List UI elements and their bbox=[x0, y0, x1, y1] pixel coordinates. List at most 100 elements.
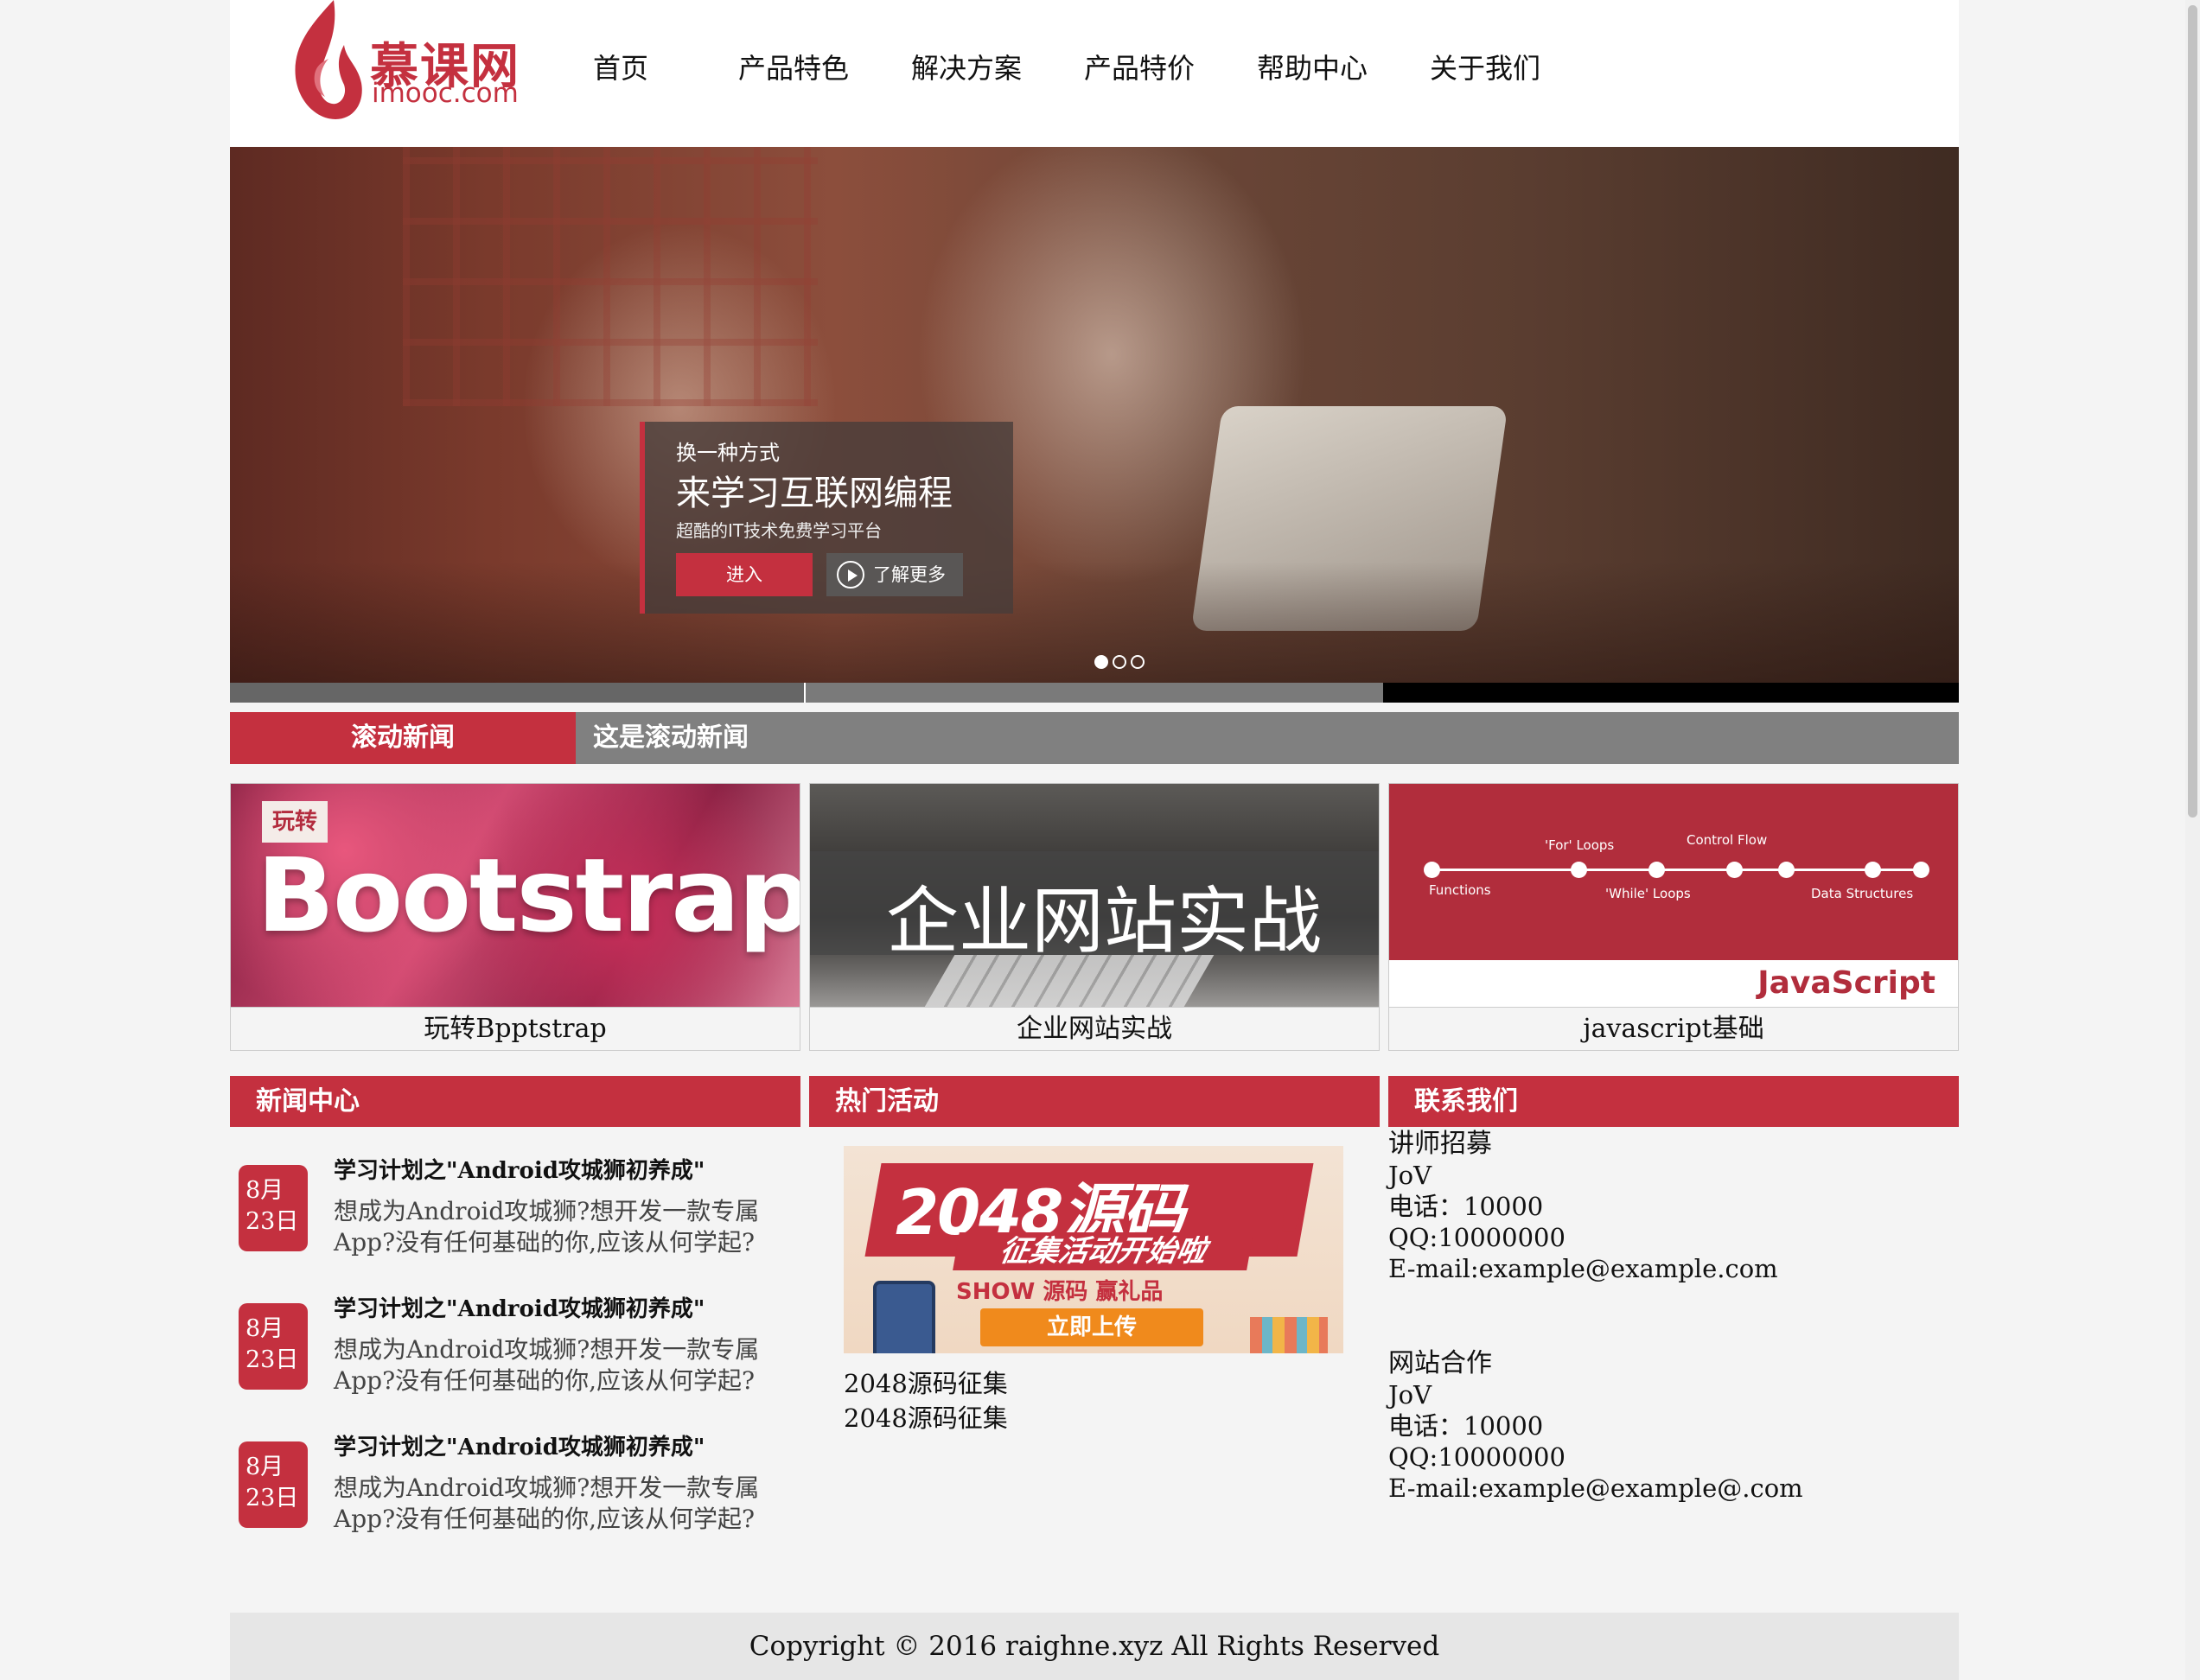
promo-line-1: 换一种方式 bbox=[676, 441, 780, 465]
news-ticker: 滚动新闻 这是滚动新闻 bbox=[230, 712, 1959, 764]
site-footer: Copyright © 2016 raighne.xyz All Rights … bbox=[230, 1613, 1959, 1680]
progress-segment-1 bbox=[230, 683, 806, 703]
promo-subtitle: 超酷的IT技术免费学习平台 bbox=[676, 520, 883, 541]
progress-segment-3 bbox=[1383, 683, 1959, 703]
ticker-text[interactable]: 这是滚动新闻 bbox=[593, 712, 749, 764]
news-item[interactable]: 8月 23日 学习计划之"Android攻城狮初养成" 想成为Android攻城… bbox=[239, 1429, 792, 1550]
news-item[interactable]: 8月 23日 学习计划之"Android攻城狮初养成" 想成为Android攻城… bbox=[239, 1153, 792, 1274]
course-image-javascript: 'For' Loops Control Flow Functions 'Whil… bbox=[1389, 784, 1958, 1007]
date-day: 23日 bbox=[246, 1208, 299, 1235]
course-image-enterprise: 企业网站实战 bbox=[810, 784, 1379, 1007]
contact-title: 网站合作 bbox=[1388, 1348, 1492, 1378]
image-title: JavaScript bbox=[1757, 965, 1935, 1001]
nav-home[interactable]: 首页 bbox=[593, 47, 738, 86]
news-center-heading: 新闻中心 bbox=[230, 1076, 800, 1127]
date-month: 8月 bbox=[246, 1315, 284, 1342]
nav-solutions[interactable]: 解决方案 bbox=[911, 47, 1084, 86]
copyright-text: Copyright © 2016 raighne.xyz All Rights … bbox=[749, 1631, 1440, 1662]
play-icon bbox=[837, 561, 864, 589]
timeline-node bbox=[1865, 862, 1881, 878]
contact-qq: QQ:10000000 bbox=[1388, 1223, 1566, 1252]
timeline-label: Functions bbox=[1429, 882, 1491, 898]
date-badge: 8月 23日 bbox=[239, 1165, 308, 1251]
date-month: 8月 bbox=[246, 1454, 284, 1480]
contact-email[interactable]: E-mail:example@example.com bbox=[1388, 1253, 1778, 1284]
nav-features[interactable]: 产品特色 bbox=[738, 47, 911, 86]
nav-about[interactable]: 关于我们 bbox=[1430, 47, 1603, 86]
news-item[interactable]: 8月 23日 学习计划之"Android攻城狮初养成" 想成为Android攻城… bbox=[239, 1291, 792, 1412]
learn-more-label: 了解更多 bbox=[873, 564, 946, 585]
course-caption[interactable]: javascript基础 bbox=[1389, 1007, 1958, 1050]
logo-domain-text: imooc.com bbox=[372, 78, 519, 109]
flame-logo-icon bbox=[295, 0, 362, 119]
course-image-bootstrap: 玩转 Bootstrap bbox=[231, 784, 800, 1007]
news-title[interactable]: 学习计划之"Android攻城狮初养成" bbox=[334, 1429, 705, 1461]
news-description: 想成为Android攻城狮?想开发一款专属App?没有任何基础的你,应该从何学起… bbox=[334, 1197, 760, 1257]
timeline-label: 'For' Loops bbox=[1545, 837, 1615, 853]
date-badge: 8月 23日 bbox=[239, 1441, 308, 1528]
course-caption[interactable]: 玩转Bpptstrap bbox=[231, 1007, 800, 1050]
site-header: 慕课网 imooc.com 首页 产品特色 解决方案 产品特价 帮助中心 关于我… bbox=[230, 0, 1959, 147]
contact-us-heading: 联系我们 bbox=[1388, 1076, 1959, 1127]
activity-image-show: SHOW 源码 赢礼品 bbox=[956, 1279, 1164, 1305]
timeline-line bbox=[1427, 869, 1916, 871]
carousel-dot-1[interactable] bbox=[1094, 655, 1108, 669]
carousel-indicators bbox=[1094, 655, 1145, 669]
image-title: Bootstrap bbox=[257, 836, 800, 955]
date-month: 8月 bbox=[246, 1177, 284, 1204]
progress-segment-2 bbox=[806, 683, 1383, 703]
hot-activities-heading: 热门活动 bbox=[809, 1076, 1380, 1127]
contact-name: JoV bbox=[1388, 1380, 1432, 1410]
contact-email[interactable]: E-mail:example@example@.com bbox=[1388, 1473, 1803, 1504]
nav-specials[interactable]: 产品特价 bbox=[1084, 47, 1257, 86]
news-title[interactable]: 学习计划之"Android攻城狮初养成" bbox=[334, 1153, 705, 1185]
contact-phone: 电话：10000 bbox=[1388, 1411, 1544, 1441]
contact-qq: QQ:10000000 bbox=[1388, 1442, 1566, 1472]
exclamation-icon: ! bbox=[1269, 1167, 1313, 1277]
news-title[interactable]: 学习计划之"Android攻城狮初养成" bbox=[334, 1291, 705, 1323]
promo-headline: 来学习互联网编程 bbox=[676, 474, 953, 513]
image-title: 企业网站实战 bbox=[886, 879, 1323, 964]
scrollbar-thumb[interactable] bbox=[2188, 5, 2197, 818]
books-icon bbox=[1250, 1317, 1328, 1353]
banner-bookshelf-bg bbox=[403, 147, 818, 406]
course-caption[interactable]: 企业网站实战 bbox=[810, 1007, 1379, 1050]
timeline-label: Data Structures bbox=[1811, 886, 1914, 901]
timeline-node bbox=[1726, 862, 1743, 878]
timeline-label: 'While' Loops bbox=[1605, 886, 1691, 901]
page-scrollbar[interactable] bbox=[2185, 0, 2200, 1680]
news-description: 想成为Android攻城狮?想开发一款专属App?没有任何基础的你,应该从何学起… bbox=[334, 1473, 760, 1533]
activity-image-subtitle: 征集活动开始啦 bbox=[953, 1232, 1253, 1270]
keyboard-image bbox=[924, 955, 1215, 1007]
course-card-bootstrap[interactable]: 玩转 Bootstrap 玩转Bpptstrap bbox=[230, 783, 800, 1051]
date-badge: 8月 23日 bbox=[239, 1303, 308, 1390]
contact-block-partnership: 网站合作 JoV 电话：10000 QQ:10000000 E-mail:exa… bbox=[1388, 1348, 1803, 1504]
timeline-node bbox=[1913, 862, 1929, 878]
news-description: 想成为Android攻城狮?想开发一款专属App?没有任何基础的你,应该从何学起… bbox=[334, 1335, 760, 1395]
contact-title: 讲师招募 bbox=[1388, 1129, 1492, 1159]
activity-banner-image[interactable]: 2048源码 ! 征集活动开始啦 SHOW 源码 赢礼品 立即上传 bbox=[844, 1146, 1343, 1353]
timeline-node bbox=[1424, 862, 1440, 878]
timeline-node bbox=[1648, 862, 1665, 878]
contact-name: JoV bbox=[1388, 1161, 1432, 1190]
activity-link[interactable]: 2048源码征集 bbox=[844, 1398, 1008, 1435]
course-card-enterprise[interactable]: 企业网站实战 企业网站实战 bbox=[809, 783, 1380, 1051]
timeline-node bbox=[1571, 862, 1587, 878]
hero-carousel[interactable]: 换一种方式 来学习互联网编程 超酷的IT技术免费学习平台 进入 了解更多 bbox=[230, 147, 1959, 683]
main-nav: 首页 产品特色 解决方案 产品特价 帮助中心 关于我们 bbox=[593, 47, 1603, 86]
ticker-label: 滚动新闻 bbox=[230, 712, 576, 764]
carousel-dot-3[interactable] bbox=[1131, 655, 1145, 669]
timeline-node bbox=[1778, 862, 1795, 878]
site-logo[interactable]: 慕课网 imooc.com bbox=[284, 0, 543, 125]
course-card-javascript[interactable]: 'For' Loops Control Flow Functions 'Whil… bbox=[1388, 783, 1959, 1051]
date-day: 23日 bbox=[246, 1346, 299, 1373]
promo-enter-button[interactable]: 进入 bbox=[676, 553, 813, 596]
contact-block-recruit: 讲师招募 JoV 电话：10000 QQ:10000000 E-mail:exa… bbox=[1388, 1129, 1778, 1284]
upload-now-button[interactable]: 立即上传 bbox=[980, 1308, 1203, 1346]
carousel-dot-2[interactable] bbox=[1113, 655, 1126, 669]
activity-link[interactable]: 2048源码征集 bbox=[844, 1364, 1008, 1400]
nav-help[interactable]: 帮助中心 bbox=[1257, 47, 1430, 86]
banner-promo-box: 换一种方式 来学习互联网编程 超酷的IT技术免费学习平台 进入 了解更多 bbox=[640, 422, 1013, 614]
promo-learn-more-button[interactable]: 了解更多 bbox=[826, 553, 963, 596]
contact-phone: 电话：10000 bbox=[1388, 1192, 1544, 1221]
